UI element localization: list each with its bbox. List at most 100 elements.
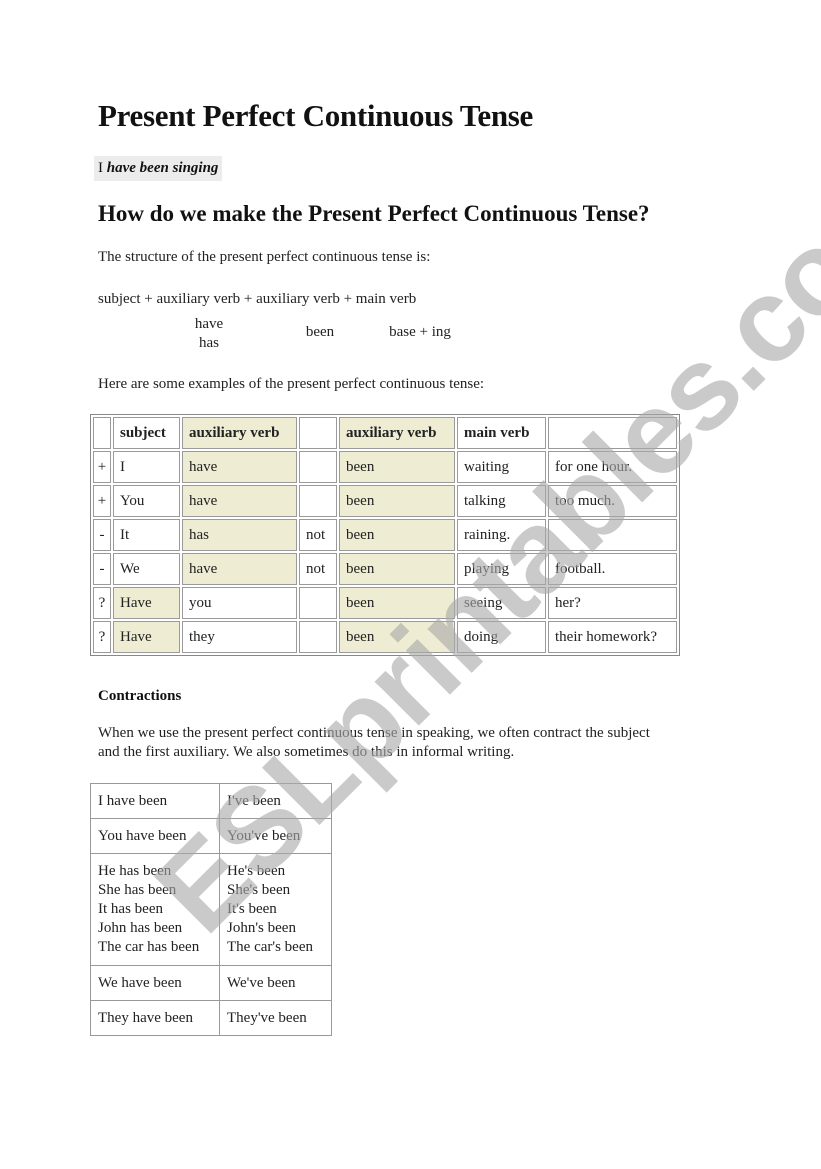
sign-cell: ? — [93, 587, 111, 619]
examples-table: subject auxiliary verb auxiliary verb ma… — [90, 414, 680, 656]
structure-main: base + ing — [389, 324, 451, 340]
full-form-cell: You have been — [90, 818, 220, 854]
subject-cell: I — [113, 451, 180, 483]
subject-cell: they — [182, 621, 297, 653]
aux2-cell: been — [339, 519, 455, 551]
structure-intro: The structure of the present perfect con… — [98, 249, 431, 265]
header-cell — [548, 417, 677, 449]
sign-cell: + — [93, 451, 111, 483]
contracted-cell: You've been — [219, 818, 332, 854]
structure-aux2: been — [305, 324, 335, 340]
not-cell — [299, 451, 337, 483]
header-cell: auxiliary verb — [339, 417, 455, 449]
main-verb-cell: doing — [457, 621, 546, 653]
table-row: ? Have you been seeing her? — [93, 587, 677, 619]
main-verb-cell: playing — [457, 553, 546, 585]
worksheet-page: Present Perfect Continuous Tense I have … — [0, 0, 821, 1169]
main-verb-cell: talking — [457, 485, 546, 517]
aux-cell: Have — [113, 587, 180, 619]
subject-cell: It — [113, 519, 180, 551]
table-row: + I have been waiting for one hour. — [93, 451, 677, 483]
contracted-cell: He's been She's been It's been John's be… — [219, 853, 332, 966]
aux1-has: has — [199, 335, 219, 351]
aux2-cell: been — [339, 451, 455, 483]
full-form-line: The car has been — [98, 939, 200, 955]
sign-cell: - — [93, 519, 111, 551]
contracted-cell: I've been — [219, 783, 332, 819]
example-subject: I — [98, 160, 103, 176]
contracted-line: The car's been — [227, 939, 313, 955]
rest-cell: their homework? — [548, 621, 677, 653]
aux-cell: have — [182, 553, 297, 585]
aux2-cell: been — [339, 587, 455, 619]
aux-cell: Have — [113, 621, 180, 653]
contractions-heading: Contractions — [98, 688, 182, 704]
example-sentence: I have been singing — [94, 156, 223, 181]
not-cell — [299, 621, 337, 653]
contracted-cell: We've been — [219, 965, 332, 1001]
table-header-row: subject auxiliary verb auxiliary verb ma… — [93, 417, 677, 449]
subject-cell: you — [182, 587, 297, 619]
header-cell: auxiliary verb — [182, 417, 297, 449]
table-row: - It has not been raining. — [93, 519, 677, 551]
section-heading: How do we make the Present Perfect Conti… — [98, 201, 650, 226]
table-row: They have been They've been — [90, 1000, 332, 1036]
structure-aux1: have has — [188, 315, 230, 353]
header-cell: main verb — [457, 417, 546, 449]
table-row: We have been We've been — [90, 965, 332, 1001]
not-cell: not — [299, 519, 337, 551]
main-verb-cell: seeing — [457, 587, 546, 619]
full-form-line: He has been — [98, 863, 172, 879]
aux2-cell: been — [339, 621, 455, 653]
main-verb-cell: raining. — [457, 519, 546, 551]
not-cell — [299, 587, 337, 619]
subject-cell: You — [113, 485, 180, 517]
table-row: - We have not been playing football. — [93, 553, 677, 585]
header-cell: subject — [113, 417, 180, 449]
table-row: He has been She has been It has been Joh… — [90, 853, 332, 966]
contractions-intro-line2: and the first auxiliary. We also sometim… — [98, 744, 515, 760]
header-cell — [299, 417, 337, 449]
aux-cell: have — [182, 485, 297, 517]
contracted-line: It's been — [227, 901, 277, 917]
aux1-have: have — [194, 316, 224, 332]
full-form-cell: We have been — [90, 965, 220, 1001]
aux2-cell: been — [339, 553, 455, 585]
rest-cell: for one hour. — [548, 451, 677, 483]
sign-cell: - — [93, 553, 111, 585]
contracted-line: John's been — [227, 920, 296, 936]
header-cell — [93, 417, 111, 449]
main-verb-cell: waiting — [457, 451, 546, 483]
rest-cell — [548, 519, 677, 551]
aux-cell: has — [182, 519, 297, 551]
structure-formula: subject + auxiliary verb + auxiliary ver… — [98, 291, 417, 307]
contractions-intro-line1: When we use the present perfect continuo… — [98, 725, 650, 741]
rest-cell: her? — [548, 587, 677, 619]
example-verb: have been singing — [106, 160, 219, 176]
sign-cell: ? — [93, 621, 111, 653]
subject-cell: We — [113, 553, 180, 585]
not-cell — [299, 485, 337, 517]
contracted-cell: They've been — [219, 1000, 332, 1036]
full-form-cell: He has been She has been It has been Joh… — [90, 853, 220, 966]
table-row: You have been You've been — [90, 818, 332, 854]
table-row: ? Have they been doing their homework? — [93, 621, 677, 653]
full-form-cell: I have been — [90, 783, 220, 819]
rest-cell: too much. — [548, 485, 677, 517]
full-form-line: It has been — [98, 901, 163, 917]
contracted-line: She's been — [227, 882, 291, 898]
contracted-line: He's been — [227, 863, 286, 879]
full-form-line: She has been — [98, 882, 177, 898]
table-row: I have been I've been — [90, 783, 332, 819]
rest-cell: football. — [548, 553, 677, 585]
examples-intro: Here are some examples of the present pe… — [98, 376, 485, 392]
not-cell: not — [299, 553, 337, 585]
aux-cell: have — [182, 451, 297, 483]
full-form-line: John has been — [98, 920, 183, 936]
table-row: + You have been talking too much. — [93, 485, 677, 517]
page-title: Present Perfect Continuous Tense — [98, 98, 533, 133]
sign-cell: + — [93, 485, 111, 517]
contractions-table: I have been I've been You have been You'… — [90, 783, 332, 1036]
aux2-cell: been — [339, 485, 455, 517]
full-form-cell: They have been — [90, 1000, 220, 1036]
